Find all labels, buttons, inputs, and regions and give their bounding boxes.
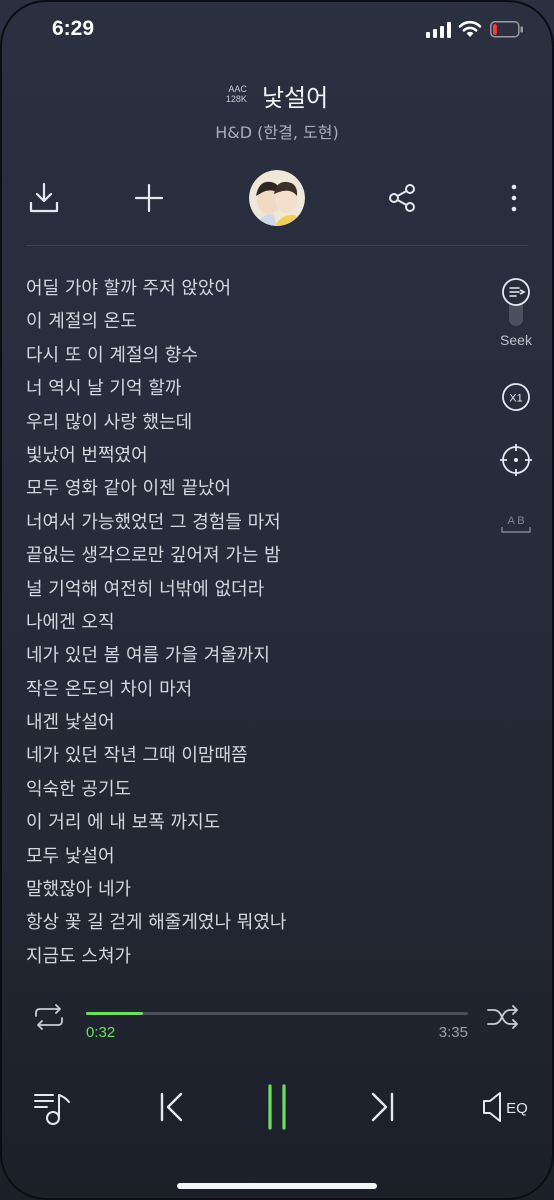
cellular-signal-icon bbox=[426, 22, 452, 42]
lyric-line[interactable]: 널 기억해 여전히 너밖에 없더라 bbox=[26, 573, 286, 606]
share-icon bbox=[389, 184, 415, 212]
ab-repeat-button[interactable]: A B bbox=[496, 512, 536, 536]
lyric-line[interactable]: 이 거리 에 내 보폭 까지도 bbox=[26, 806, 286, 839]
status-time: 6:29 bbox=[52, 17, 95, 40]
download-button[interactable] bbox=[14, 170, 74, 226]
lyrics-seek-toggle[interactable]: Seek bbox=[496, 278, 536, 348]
lyric-line[interactable]: 작은 온도의 차이 마저 bbox=[26, 673, 286, 706]
playback-speed-button[interactable]: X1 bbox=[496, 381, 536, 413]
lyrics-list[interactable]: 어딜 가야 할까 주저 앉았어 이 계절의 온도 다시 또 이 계절의 향수 너 역시… bbox=[26, 272, 286, 973]
playlist-button[interactable] bbox=[28, 1082, 78, 1132]
lyric-line[interactable]: 말했잖아 네가 bbox=[26, 873, 286, 906]
seek-label: Seek bbox=[500, 332, 532, 348]
equalizer-button[interactable]: EQ bbox=[478, 1082, 534, 1132]
crosshair-icon bbox=[500, 444, 532, 476]
lyric-line[interactable]: 내겐 낯설어 bbox=[26, 706, 286, 739]
song-title: 낯설어 bbox=[261, 84, 329, 112]
codec-badge: AAC 128K bbox=[226, 84, 247, 104]
codec-bitrate: 128K bbox=[225, 93, 247, 104]
lyric-line[interactable]: 너 역시 날 기억 할까 bbox=[26, 372, 286, 405]
add-icon bbox=[134, 183, 164, 213]
repeat-icon bbox=[35, 1004, 63, 1030]
lyrics-focus-button[interactable] bbox=[496, 443, 536, 477]
current-time: 0:32 bbox=[86, 1024, 116, 1041]
now-playing-title-row: AAC 128K 낯설어 bbox=[0, 78, 554, 113]
album-art[interactable] bbox=[249, 170, 305, 226]
header-divider bbox=[26, 245, 528, 246]
speed-label: X1 bbox=[509, 393, 522, 405]
pause-button[interactable] bbox=[252, 1082, 302, 1132]
lyric-line[interactable]: 나에겐 오직 bbox=[26, 606, 286, 639]
status-bar: 6:29 bbox=[0, 0, 554, 60]
speed-icon: X1 bbox=[502, 383, 530, 411]
download-icon bbox=[29, 182, 59, 213]
lyric-line[interactable]: 우리 많이 사랑 했는데 bbox=[26, 406, 286, 439]
artist-name[interactable]: H&D (한결, 도현) bbox=[0, 119, 554, 143]
eq-label: EQ bbox=[506, 1100, 528, 1117]
lyric-line[interactable]: 너여서 가능했었던 그 경험들 마저 bbox=[26, 506, 286, 539]
more-options-button[interactable] bbox=[484, 170, 544, 226]
lyric-line[interactable]: 모두 낯설어 bbox=[26, 840, 286, 873]
equalizer-speaker-icon: EQ bbox=[483, 1092, 528, 1122]
shuffle-icon bbox=[487, 1005, 518, 1029]
add-to-playlist-button[interactable] bbox=[119, 170, 179, 226]
playlist-music-icon bbox=[34, 1094, 70, 1125]
ab-label: A B bbox=[507, 515, 524, 527]
lyric-line[interactable]: 이 계절의 온도 bbox=[26, 305, 286, 338]
lyrics-scroll-icon bbox=[502, 278, 530, 326]
lyric-line[interactable]: 익숙한 공기도 bbox=[26, 773, 286, 806]
lyric-line[interactable]: 지금도 스쳐가 bbox=[26, 940, 286, 973]
progress-slider[interactable] bbox=[86, 1012, 468, 1015]
more-icon bbox=[511, 184, 517, 212]
previous-track-button[interactable] bbox=[146, 1082, 196, 1132]
lyric-line[interactable]: 항상 꽃 길 걷게 해줄게였나 뭐였나 bbox=[26, 906, 286, 939]
lyric-line[interactable]: 모두 영화 같아 이젠 끝났어 bbox=[26, 472, 286, 505]
next-track-button[interactable] bbox=[358, 1082, 408, 1132]
next-icon bbox=[371, 1092, 394, 1122]
lyric-line[interactable]: 네가 있던 작년 그때 이맘때쯤 bbox=[26, 739, 286, 772]
home-indicator[interactable] bbox=[177, 1183, 377, 1189]
total-time: 3:35 bbox=[438, 1024, 468, 1041]
ab-repeat-icon: A B bbox=[501, 515, 531, 533]
lyric-line[interactable]: 어딜 가야 할까 주저 앉았어 bbox=[26, 272, 286, 305]
shuffle-button[interactable] bbox=[486, 1004, 520, 1034]
repeat-button[interactable] bbox=[32, 1004, 66, 1034]
battery-icon bbox=[490, 21, 524, 42]
share-button[interactable] bbox=[372, 170, 432, 226]
previous-icon bbox=[160, 1092, 183, 1122]
lyric-line[interactable]: 끝없는 생각으로만 깊어져 가는 밤 bbox=[26, 539, 286, 572]
wifi-icon bbox=[458, 20, 482, 42]
progress-fill bbox=[86, 1012, 143, 1015]
lyric-line[interactable]: 빛났어 번쩍였어 bbox=[26, 439, 286, 472]
lyric-line[interactable]: 네가 있던 봄 여름 가을 겨울까지 bbox=[26, 639, 286, 672]
pause-icon bbox=[268, 1084, 286, 1130]
codec-format: AAC bbox=[228, 83, 247, 94]
lyric-line[interactable]: 다시 또 이 계절의 향수 bbox=[26, 339, 286, 372]
